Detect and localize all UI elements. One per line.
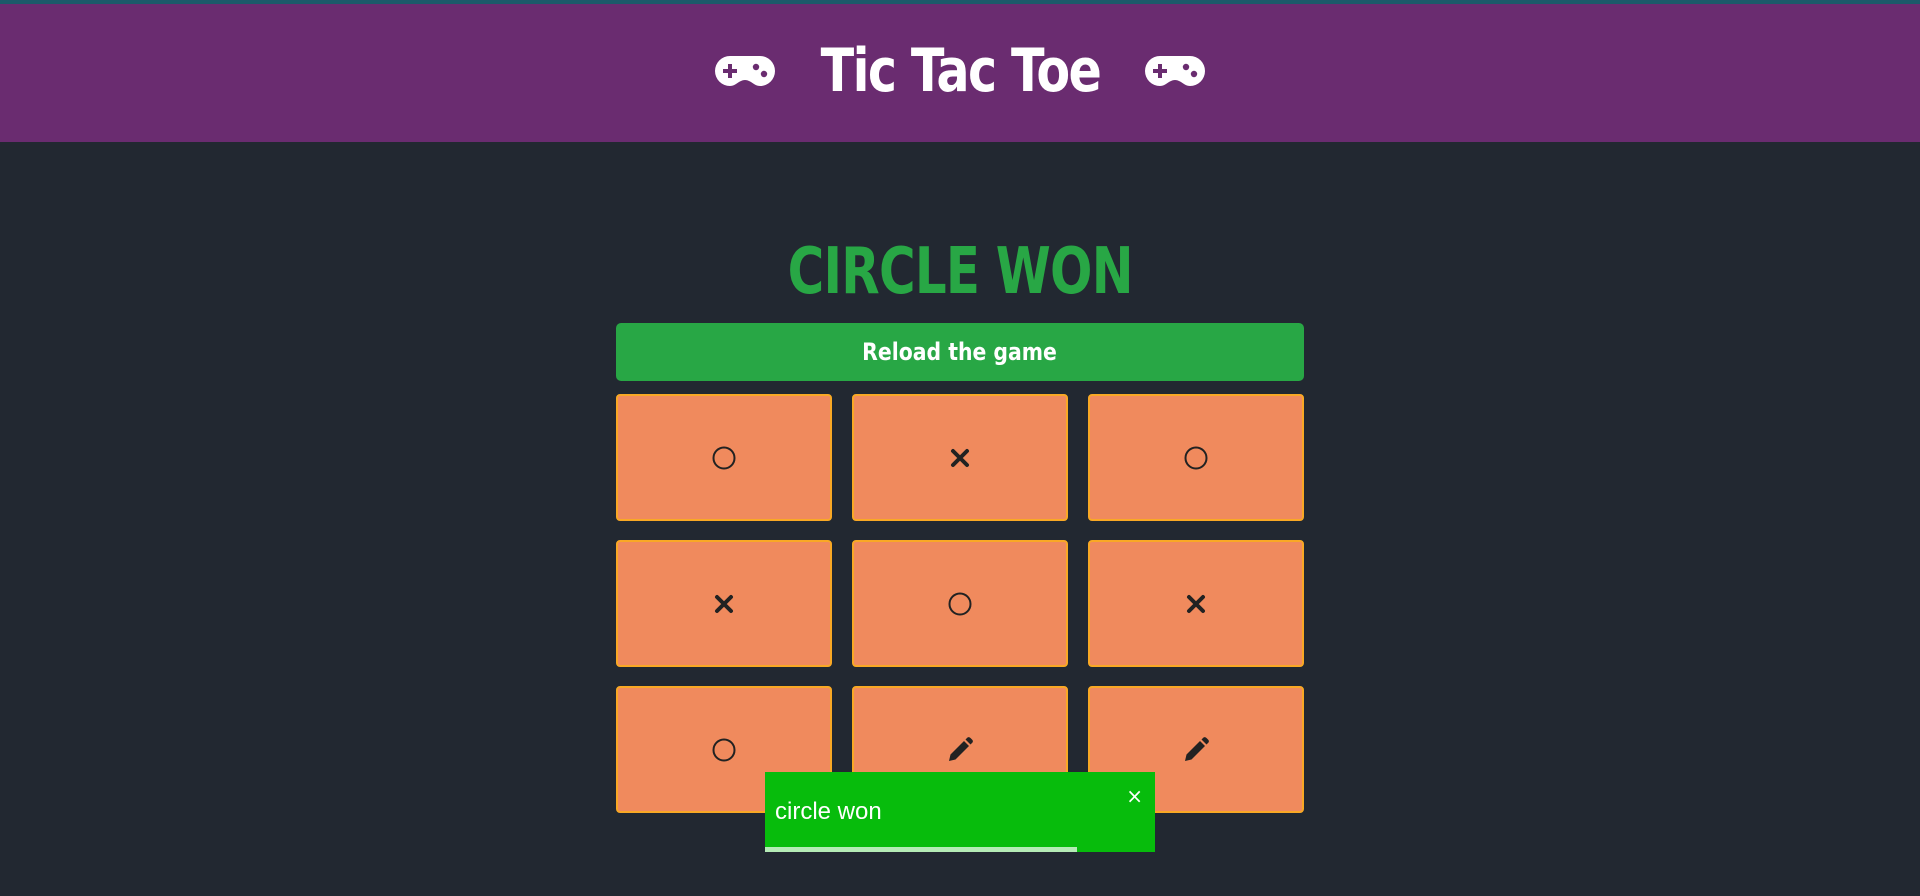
app-header: Tic Tac Toe xyxy=(0,4,1920,142)
circle-icon xyxy=(711,737,737,763)
gamepad-icon xyxy=(1144,53,1206,89)
game-board xyxy=(616,394,1304,813)
game-status-heading: CIRCLE WON xyxy=(0,232,1920,312)
cross-icon xyxy=(1186,594,1206,614)
pen-icon xyxy=(1182,736,1210,764)
reload-game-label: Reload the game xyxy=(862,338,1058,366)
toast-progress-track xyxy=(765,847,1155,852)
board-cell-4[interactable] xyxy=(616,540,832,667)
board-cell-5[interactable] xyxy=(852,540,1068,667)
toast-progress-bar xyxy=(765,847,1077,852)
board-cell-3[interactable] xyxy=(1088,394,1304,521)
cross-icon xyxy=(714,594,734,614)
header-title-group: Tic Tac Toe xyxy=(714,36,1207,106)
win-toast-notification: circle won × xyxy=(765,772,1155,852)
cross-icon xyxy=(950,448,970,468)
pen-icon xyxy=(946,736,974,764)
gamepad-icon xyxy=(714,53,776,89)
circle-icon xyxy=(947,591,973,617)
toast-close-button[interactable]: × xyxy=(1126,786,1143,806)
circle-icon xyxy=(711,445,737,471)
reload-game-button[interactable]: Reload the game xyxy=(616,323,1304,381)
circle-icon xyxy=(1183,445,1209,471)
toast-message: circle won xyxy=(775,798,882,825)
board-cell-2[interactable] xyxy=(852,394,1068,521)
page-title: Tic Tac Toe xyxy=(820,36,1101,106)
board-cell-6[interactable] xyxy=(1088,540,1304,667)
game-status-text: CIRCLE WON xyxy=(787,235,1133,309)
board-cell-1[interactable] xyxy=(616,394,832,521)
